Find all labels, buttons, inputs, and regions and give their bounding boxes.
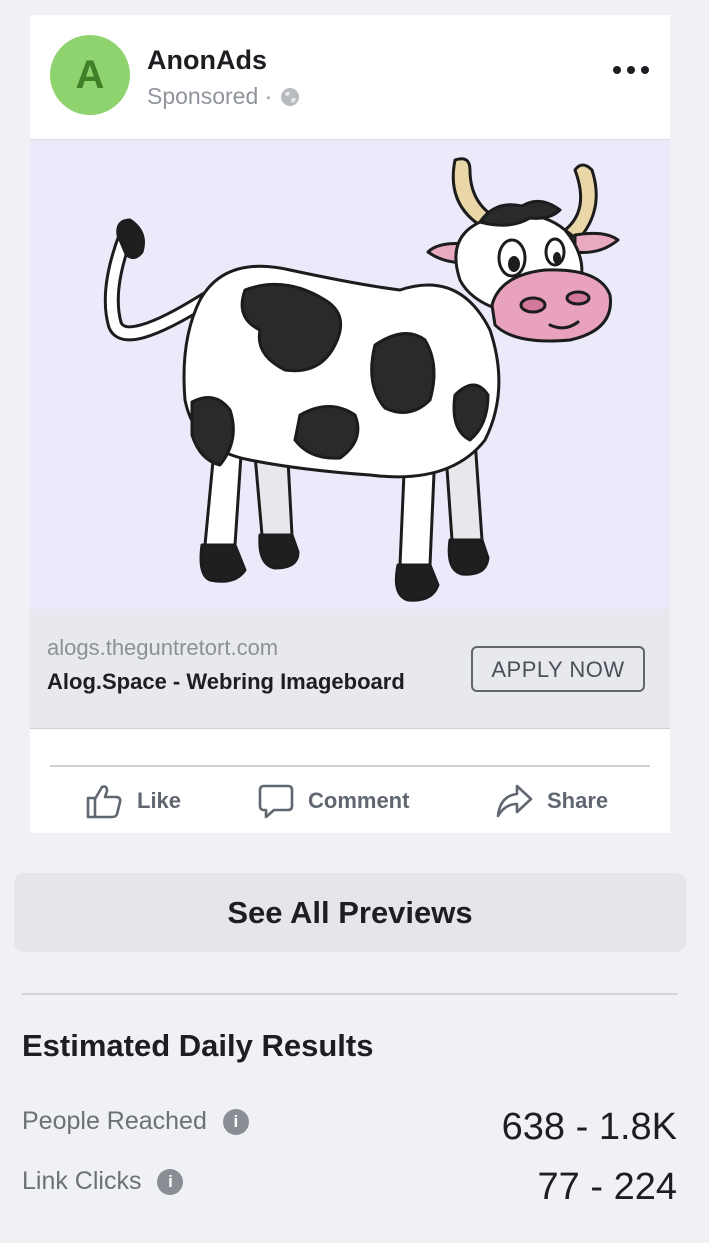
share-label: Share xyxy=(547,788,609,813)
ad-preview-card: A AnonAds Sponsored · alogs.theguntretor… xyxy=(30,15,670,833)
info-icon[interactable]: i xyxy=(222,1108,249,1135)
ad-image[interactable] xyxy=(30,139,670,610)
link-clicks-value: 77 - 224 xyxy=(537,1166,677,1208)
like-button[interactable]: Like xyxy=(85,781,181,821)
info-icon[interactable]: i xyxy=(157,1168,184,1195)
post-header: A AnonAds Sponsored · xyxy=(30,15,670,139)
results-divider xyxy=(22,993,678,995)
apply-now-button[interactable]: APPLY NOW xyxy=(471,646,645,692)
share-button[interactable]: Share xyxy=(495,781,608,821)
share-icon xyxy=(496,784,533,818)
people-reached-label: People Reached i xyxy=(22,1107,249,1136)
link-preview-bar[interactable]: alogs.theguntretort.com Alog.Space - Web… xyxy=(30,609,670,729)
like-icon xyxy=(86,785,122,819)
page-name[interactable]: AnonAds xyxy=(147,45,267,76)
people-reached-value: 638 - 1.8K xyxy=(501,1106,677,1148)
link-domain: alogs.theguntretort.com xyxy=(47,635,279,660)
like-label: Like xyxy=(137,788,182,813)
sponsored-label: Sponsored · xyxy=(147,83,273,109)
link-title: Alog.Space - Webring Imageboard xyxy=(47,669,405,694)
comment-button[interactable]: Comment xyxy=(258,781,409,821)
see-all-previews-button[interactable]: See All Previews xyxy=(14,873,686,952)
comment-icon xyxy=(258,784,294,819)
results-title: Estimated Daily Results xyxy=(22,1028,374,1063)
cow-illustration xyxy=(103,157,620,602)
globe-icon xyxy=(281,87,300,106)
avatar[interactable]: A xyxy=(50,35,130,115)
sponsored-row: Sponsored · xyxy=(147,83,300,110)
link-clicks-text: Link Clicks xyxy=(22,1167,142,1195)
comment-label: Comment xyxy=(308,788,410,813)
link-clicks-label: Link Clicks i xyxy=(22,1167,184,1196)
people-reached-text: People Reached xyxy=(22,1107,207,1135)
more-options-icon[interactable] xyxy=(613,59,649,81)
actions-divider xyxy=(50,765,650,767)
